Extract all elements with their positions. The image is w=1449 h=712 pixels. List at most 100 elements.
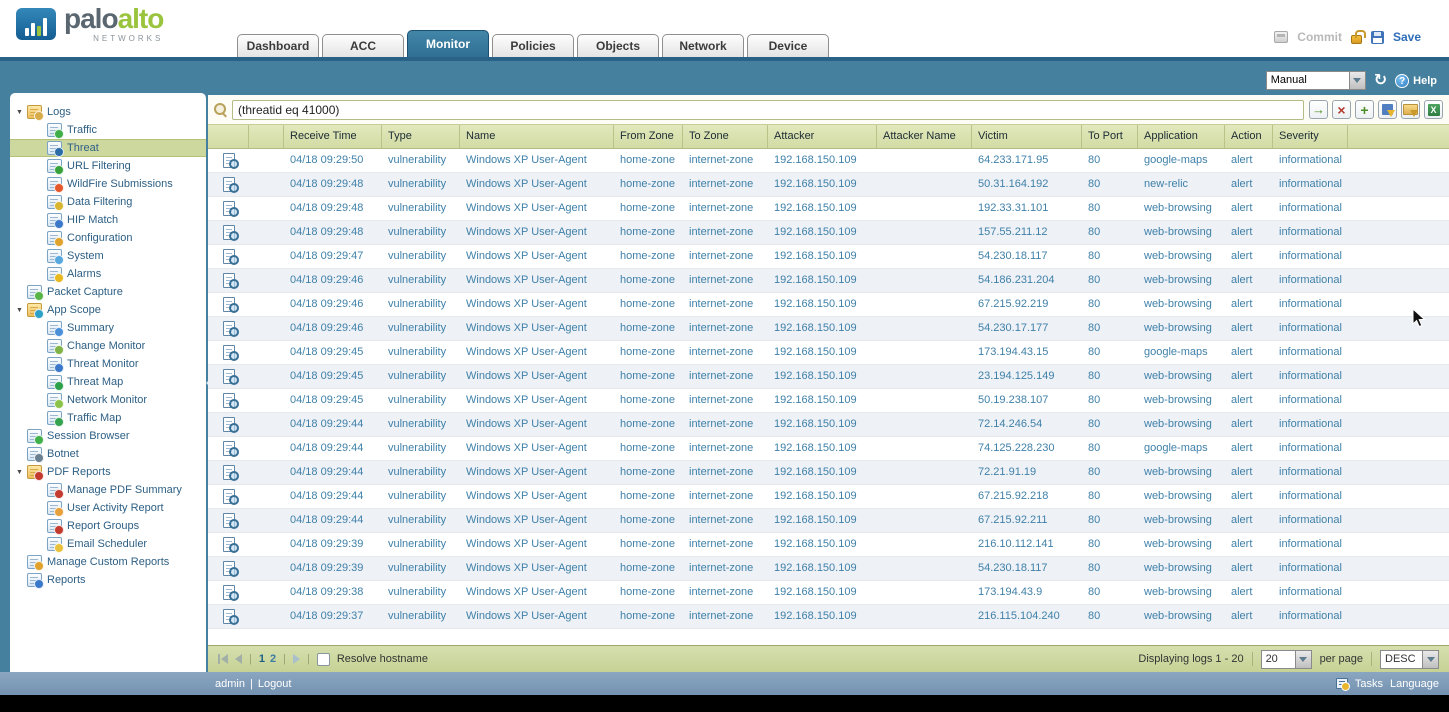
column-header-attacker-name[interactable]: Attacker Name xyxy=(877,125,972,148)
apply-filter-button[interactable] xyxy=(1309,100,1328,119)
commit-icon[interactable] xyxy=(1274,31,1289,43)
table-row[interactable]: 04/18 09:29:44 vulnerability Windows XP Us… xyxy=(208,413,1449,437)
column-header-type[interactable]: Type xyxy=(382,125,460,148)
table-row[interactable]: 04/18 09:29:44 vulnerability Windows XP Us… xyxy=(208,509,1449,533)
sidebar-item-data-filtering[interactable]: Data Filtering xyxy=(10,193,206,211)
expander-icon[interactable]: ▼ xyxy=(16,307,27,314)
sidebar-item-system[interactable]: System xyxy=(10,247,206,265)
lock-icon[interactable] xyxy=(1350,29,1366,44)
table-row[interactable]: 04/18 09:29:50 vulnerability Windows XP Us… xyxy=(208,149,1449,173)
sidebar-item-reports[interactable]: Reports xyxy=(10,571,206,589)
sidebar-item-manage-custom-reports[interactable]: Manage Custom Reports xyxy=(10,553,206,571)
log-detail-icon[interactable] xyxy=(222,585,239,601)
column-header-to-port[interactable]: To Port xyxy=(1082,125,1138,148)
page-link-1[interactable]: 1 xyxy=(259,653,265,665)
sidebar-item-threat[interactable]: Threat xyxy=(10,139,206,157)
sidebar-item-session-browser[interactable]: Session Browser xyxy=(10,427,206,445)
log-detail-icon[interactable] xyxy=(222,297,239,313)
sidebar-item-botnet[interactable]: Botnet xyxy=(10,445,206,463)
sidebar-item-manage-pdf-summary[interactable]: Manage PDF Summary xyxy=(10,481,206,499)
table-row[interactable]: 04/18 09:29:45 vulnerability Windows XP Us… xyxy=(208,341,1449,365)
chevron-down-icon[interactable] xyxy=(1422,649,1439,669)
add-filter-button[interactable] xyxy=(1355,100,1374,119)
chevron-down-icon[interactable] xyxy=(1294,649,1312,669)
column-header-application[interactable]: Application xyxy=(1138,125,1225,148)
log-detail-icon[interactable] xyxy=(222,249,239,265)
sidebar-item-network-monitor[interactable]: Network Monitor xyxy=(10,391,206,409)
table-row[interactable]: 04/18 09:29:46 vulnerability Windows XP Us… xyxy=(208,317,1449,341)
chevron-down-icon[interactable] xyxy=(1348,71,1366,90)
tasks-link[interactable]: Tasks xyxy=(1355,678,1383,690)
sidebar-item-logs[interactable]: ▼ Logs xyxy=(10,103,206,121)
log-detail-icon[interactable] xyxy=(222,513,239,529)
sidebar-item-report-groups[interactable]: Report Groups xyxy=(10,517,206,535)
tab-monitor[interactable]: Monitor xyxy=(407,30,489,57)
expander-icon[interactable]: ▼ xyxy=(16,109,27,116)
column-header-severity[interactable]: Severity xyxy=(1273,125,1348,148)
tab-policies[interactable]: Policies xyxy=(492,34,574,57)
table-row[interactable]: 04/18 09:29:44 vulnerability Windows XP Us… xyxy=(208,437,1449,461)
table-row[interactable]: 04/18 09:29:44 vulnerability Windows XP Us… xyxy=(208,485,1449,509)
save-button[interactable]: Save xyxy=(1393,30,1421,44)
log-detail-icon[interactable] xyxy=(222,393,239,409)
sidebar-item-url-filtering[interactable]: URL Filtering xyxy=(10,157,206,175)
column-header-receive-time[interactable]: Receive Time xyxy=(284,125,382,148)
prev-page-button[interactable] xyxy=(235,654,242,664)
table-row[interactable]: 04/18 09:29:48 vulnerability Windows XP Us… xyxy=(208,221,1449,245)
log-detail-icon[interactable] xyxy=(222,489,239,505)
expander-icon[interactable]: ▼ xyxy=(16,469,27,476)
tab-device[interactable]: Device xyxy=(747,34,829,57)
sidebar-item-wildfire-submissions[interactable]: WildFire Submissions xyxy=(10,175,206,193)
log-detail-icon[interactable] xyxy=(222,609,239,625)
per-page-select[interactable]: 20 xyxy=(1260,649,1312,669)
refresh-icon[interactable]: ↻ xyxy=(1374,72,1387,89)
log-detail-icon[interactable] xyxy=(222,321,239,337)
language-link[interactable]: Language xyxy=(1390,678,1439,690)
column-header-action[interactable]: Action xyxy=(1225,125,1273,148)
table-row[interactable]: 04/18 09:29:46 vulnerability Windows XP Us… xyxy=(208,293,1449,317)
sidebar-item-pdf-reports[interactable]: ▼ PDF Reports xyxy=(10,463,206,481)
table-row[interactable]: 04/18 09:29:37 vulnerability Windows XP Us… xyxy=(208,605,1449,629)
sidebar-item-summary[interactable]: Summary xyxy=(10,319,206,337)
page-link-2[interactable]: 2 xyxy=(270,653,276,665)
next-page-button[interactable] xyxy=(292,654,300,664)
log-detail-icon[interactable] xyxy=(222,201,239,217)
log-detail-icon[interactable] xyxy=(222,273,239,289)
table-row[interactable]: 04/18 09:29:45 vulnerability Windows XP Us… xyxy=(208,389,1449,413)
first-page-button[interactable] xyxy=(218,654,228,664)
log-detail-icon[interactable] xyxy=(222,153,239,169)
table-row[interactable]: 04/18 09:29:38 vulnerability Windows XP Us… xyxy=(208,581,1449,605)
sidebar-item-packet-capture[interactable]: Packet Capture xyxy=(10,283,206,301)
sidebar-item-traffic[interactable]: Traffic xyxy=(10,121,206,139)
sidebar-item-alarms[interactable]: Alarms xyxy=(10,265,206,283)
table-row[interactable]: 04/18 09:29:39 vulnerability Windows XP Us… xyxy=(208,533,1449,557)
tab-objects[interactable]: Objects xyxy=(577,34,659,57)
export-csv-button[interactable] xyxy=(1424,100,1443,119)
column-header-to-zone[interactable]: To Zone xyxy=(683,125,768,148)
log-detail-icon[interactable] xyxy=(222,441,239,457)
table-row[interactable]: 04/18 09:29:46 vulnerability Windows XP Us… xyxy=(208,269,1449,293)
column-header-attacker[interactable]: Attacker xyxy=(768,125,877,148)
column-header-from-zone[interactable]: From Zone xyxy=(614,125,683,148)
resolve-hostname-checkbox[interactable] xyxy=(316,652,330,666)
column-header-name[interactable]: Name xyxy=(460,125,614,148)
commit-button[interactable]: Commit xyxy=(1297,30,1342,44)
save-filter-button[interactable] xyxy=(1378,100,1397,119)
sidebar-item-threat-monitor[interactable]: Threat Monitor xyxy=(10,355,206,373)
table-row[interactable]: 04/18 09:29:48 vulnerability Windows XP Us… xyxy=(208,197,1449,221)
tab-acc[interactable]: ACC xyxy=(322,34,404,57)
sidebar-item-hip-match[interactable]: HIP Match xyxy=(10,211,206,229)
load-filter-button[interactable] xyxy=(1401,100,1420,119)
log-detail-icon[interactable] xyxy=(222,465,239,481)
filter-query-input[interactable] xyxy=(232,99,1304,120)
log-detail-icon[interactable] xyxy=(222,561,239,577)
sort-order-select[interactable]: DESC xyxy=(1380,649,1439,669)
log-detail-icon[interactable] xyxy=(222,417,239,433)
sidebar-item-app-scope[interactable]: ▼ App Scope xyxy=(10,301,206,319)
log-detail-icon[interactable] xyxy=(222,225,239,241)
log-detail-icon[interactable] xyxy=(222,537,239,553)
table-row[interactable]: 04/18 09:29:44 vulnerability Windows XP Us… xyxy=(208,461,1449,485)
table-row[interactable]: 04/18 09:29:48 vulnerability Windows XP Us… xyxy=(208,173,1449,197)
sidebar-item-configuration[interactable]: Configuration xyxy=(10,229,206,247)
tab-network[interactable]: Network xyxy=(662,34,744,57)
